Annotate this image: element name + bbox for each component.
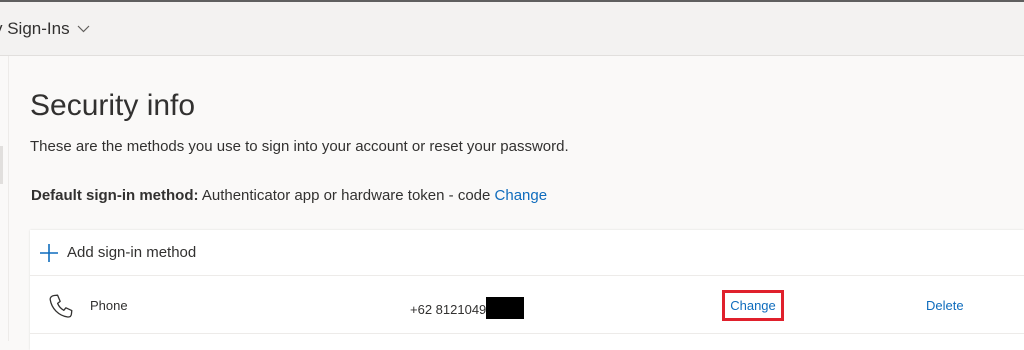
phone-change-link[interactable]: Change <box>722 290 784 321</box>
default-sign-in-method: Default sign-in method: Authenticator ap… <box>31 187 547 204</box>
add-sign-in-method-label: Add sign-in method <box>67 244 197 261</box>
default-method-value: Authenticator app or hardware token - co… <box>201 187 491 204</box>
top-navigation-bar: y Sign-Ins <box>0 0 1024 56</box>
my-sign-ins-dropdown[interactable]: y Sign-Ins <box>0 19 90 39</box>
phone-number-text: +62 8121049 <box>410 301 487 317</box>
method-value: +62 8121049 <box>410 297 525 320</box>
method-name: Phone <box>90 298 128 313</box>
sign-in-method-row-phone: Phone +62 8121049 Change Delete <box>30 276 1024 334</box>
left-rail-indicator <box>0 146 3 184</box>
phone-change-label: Change <box>730 298 776 313</box>
add-sign-in-method-button[interactable]: Add sign-in method <box>30 230 1024 276</box>
phone-icon <box>49 294 73 318</box>
chevron-down-icon <box>77 25 90 33</box>
page-description: These are the methods you use to sign in… <box>30 138 569 155</box>
page-title: Security info <box>30 89 196 122</box>
phone-delete-link[interactable]: Delete <box>926 298 964 313</box>
default-method-label: Default sign-in method: <box>31 187 199 204</box>
default-method-change-link[interactable]: Change <box>495 187 548 204</box>
left-navigation-rail <box>0 56 9 341</box>
redaction-block <box>486 297 525 319</box>
topbar-title-text: y Sign-Ins <box>0 19 70 38</box>
sign-in-methods-card: Add sign-in method Phone +62 8121049 Cha… <box>30 230 1024 350</box>
plus-icon <box>40 244 58 262</box>
